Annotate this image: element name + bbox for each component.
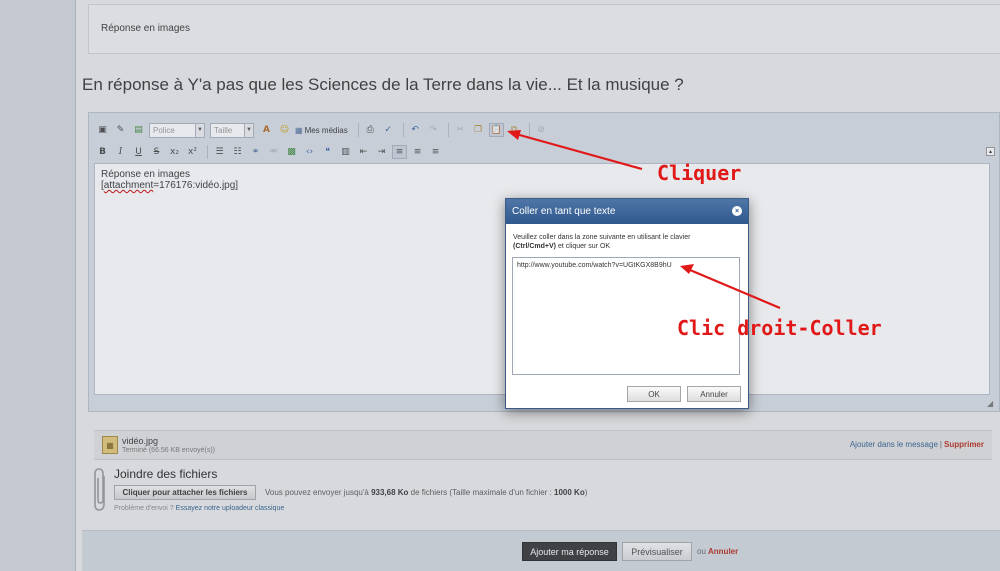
modal-overlay <box>0 0 1000 571</box>
instruction-text: et cliquer sur OK <box>557 243 611 250</box>
instruction-keys: (Ctrl/Cmd+V) <box>513 243 556 250</box>
ok-button[interactable]: OK <box>627 386 681 402</box>
dialog-cancel-button[interactable]: Annuler <box>687 386 741 402</box>
dialog-title: Coller en tant que texte <box>512 206 616 217</box>
dialog-instructions: Veuillez coller dans la zone suivante en… <box>513 233 738 251</box>
annotation-click-label: Cliquer <box>657 161 742 185</box>
close-icon[interactable]: × <box>732 206 742 216</box>
dialog-header: Coller en tant que texte × <box>506 199 748 224</box>
instruction-text: Veuillez coller dans la zone suivante en… <box>513 234 691 241</box>
paste-as-text-dialog: Coller en tant que texte × Veuillez coll… <box>505 198 749 409</box>
annotation-paste-label: Clic droit-Coller <box>677 316 882 340</box>
